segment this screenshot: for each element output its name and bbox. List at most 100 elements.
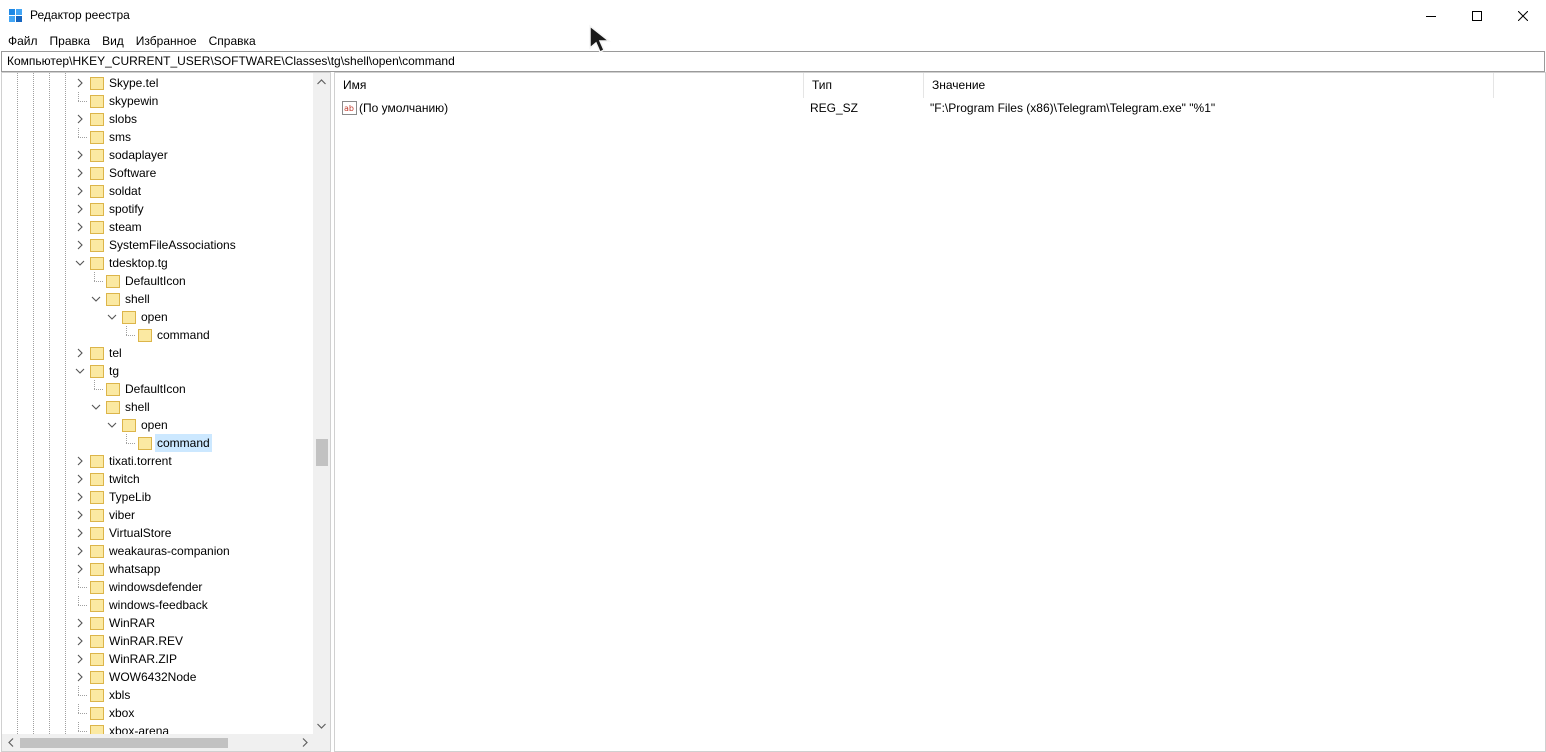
chevron-right-icon[interactable]	[75, 524, 85, 542]
chevron-down-icon[interactable]	[75, 362, 85, 380]
menu-view[interactable]: Вид	[96, 31, 130, 51]
chevron-right-icon[interactable]	[75, 650, 85, 668]
tree-item[interactable]: tixati.torrent	[2, 452, 313, 470]
tree-item[interactable]: WOW6432Node	[2, 668, 313, 686]
values-list-pane[interactable]: Имя Тип Значение ab (По умолчанию) REG_S…	[334, 72, 1546, 752]
title-bar[interactable]: Редактор реестра	[0, 0, 1546, 31]
chevron-right-icon[interactable]	[75, 218, 85, 236]
chevron-down-icon[interactable]	[91, 398, 101, 416]
chevron-right-icon[interactable]	[75, 560, 85, 578]
tree-item[interactable]: WinRAR	[2, 614, 313, 632]
tree-item[interactable]: shell	[2, 398, 313, 416]
chevron-down-icon[interactable]	[107, 308, 117, 326]
scroll-down-button[interactable]	[313, 717, 330, 734]
tree-item[interactable]: viber	[2, 506, 313, 524]
tree-item[interactable]: tel	[2, 344, 313, 362]
chevron-right-icon[interactable]	[75, 164, 85, 182]
tree-item[interactable]: sms	[2, 128, 313, 146]
column-header-value[interactable]: Значение	[924, 73, 1494, 98]
tree-item[interactable]: tg	[2, 362, 313, 380]
menu-favorites[interactable]: Избранное	[130, 31, 203, 51]
tree-item[interactable]: windows-feedback	[2, 596, 313, 614]
tree-item[interactable]: weakauras-companion	[2, 542, 313, 560]
tree-item-label: WinRAR.ZIP	[109, 652, 178, 666]
tree-item[interactable]: open	[2, 416, 313, 434]
menu-edit[interactable]: Правка	[44, 31, 97, 51]
tree-item[interactable]: slobs	[2, 110, 313, 128]
tree-item[interactable]: DefaultIcon	[2, 380, 313, 398]
mouse-cursor-icon	[589, 24, 612, 54]
chevron-right-icon[interactable]	[75, 200, 85, 218]
tree-item[interactable]: VirtualStore	[2, 524, 313, 542]
address-bar[interactable]: Компьютер\HKEY_CURRENT_USER\SOFTWARE\Cla…	[1, 51, 1545, 72]
chevron-right-icon[interactable]	[75, 614, 85, 632]
tree-item[interactable]: TypeLib	[2, 488, 313, 506]
folder-icon	[90, 689, 104, 702]
tree-item[interactable]: xbls	[2, 686, 313, 704]
tree-item[interactable]: open	[2, 308, 313, 326]
tree-item[interactable]: whatsapp	[2, 560, 313, 578]
minimize-button[interactable]	[1408, 0, 1454, 31]
maximize-button[interactable]	[1454, 0, 1500, 31]
tree-item[interactable]: Skype.tel	[2, 74, 313, 92]
tree-item[interactable]: spotify	[2, 200, 313, 218]
chevron-right-icon[interactable]	[75, 668, 85, 686]
tree-horizontal-scrollbar[interactable]	[2, 734, 313, 751]
tree-item[interactable]: soldat	[2, 182, 313, 200]
tree-item-label: sodaplayer	[109, 148, 168, 162]
chevron-right-icon[interactable]	[75, 110, 85, 128]
column-header-name[interactable]: Имя	[335, 73, 804, 98]
chevron-down-icon[interactable]	[91, 290, 101, 308]
chevron-right-icon[interactable]	[75, 542, 85, 560]
chevron-right-icon[interactable]	[75, 146, 85, 164]
key-tree-pane[interactable]: Skype.tel skypewin slobs sms sodaplayer Softw…	[1, 72, 331, 752]
tree-item[interactable]: skypewin	[2, 92, 313, 110]
tree-item[interactable]: shell	[2, 290, 313, 308]
chevron-right-icon[interactable]	[75, 488, 85, 506]
folder-icon	[90, 563, 104, 576]
tree-item[interactable]: steam	[2, 218, 313, 236]
chevron-right-icon[interactable]	[75, 236, 85, 254]
chevron-right-icon[interactable]	[75, 452, 85, 470]
tree-item[interactable]: command	[2, 326, 313, 344]
close-button[interactable]	[1500, 0, 1546, 31]
folder-icon	[90, 491, 104, 504]
column-header-type[interactable]: Тип	[804, 73, 924, 98]
scroll-right-button[interactable]	[296, 734, 313, 751]
tree-vertical-scroll-thumb[interactable]	[316, 439, 328, 466]
tree-item[interactable]: DefaultIcon	[2, 272, 313, 290]
tree-item-label: command	[157, 328, 210, 342]
chevron-right-icon[interactable]	[75, 470, 85, 488]
folder-icon	[106, 401, 120, 414]
tree-item[interactable]: WinRAR.ZIP	[2, 650, 313, 668]
scroll-up-button[interactable]	[313, 73, 330, 90]
tree-item[interactable]: Software	[2, 164, 313, 182]
chevron-down-icon[interactable]	[75, 254, 85, 272]
tree-item[interactable]: command	[2, 434, 313, 452]
tree-item[interactable]: twitch	[2, 470, 313, 488]
chevron-right-icon[interactable]	[75, 344, 85, 362]
tree-item-label: tel	[109, 346, 122, 360]
value-row[interactable]: ab (По умолчанию) REG_SZ "F:\Program Fil…	[335, 99, 1545, 117]
tree-vertical-scrollbar[interactable]	[313, 73, 330, 734]
chevron-right-icon[interactable]	[75, 506, 85, 524]
tree-item[interactable]: SystemFileAssociations	[2, 236, 313, 254]
chevron-right-icon[interactable]	[75, 182, 85, 200]
chevron-right-icon[interactable]	[75, 632, 85, 650]
tree-item-label: slobs	[109, 112, 138, 126]
tree-item[interactable]: windowsdefender	[2, 578, 313, 596]
scroll-left-button[interactable]	[2, 734, 19, 751]
chevron-down-icon[interactable]	[107, 416, 117, 434]
menu-help[interactable]: Справка	[203, 31, 262, 51]
menu-file[interactable]: Файл	[2, 31, 44, 51]
tree-item[interactable]: sodaplayer	[2, 146, 313, 164]
tree-horizontal-scroll-thumb[interactable]	[20, 738, 228, 748]
folder-icon	[90, 257, 104, 270]
tree-item-label: WinRAR	[109, 616, 156, 630]
close-icon	[1518, 10, 1528, 21]
tree-item[interactable]: xbox	[2, 704, 313, 722]
folder-icon	[90, 707, 104, 720]
chevron-right-icon[interactable]	[75, 74, 85, 92]
tree-item[interactable]: WinRAR.REV	[2, 632, 313, 650]
tree-item[interactable]: tdesktop.tg	[2, 254, 313, 272]
